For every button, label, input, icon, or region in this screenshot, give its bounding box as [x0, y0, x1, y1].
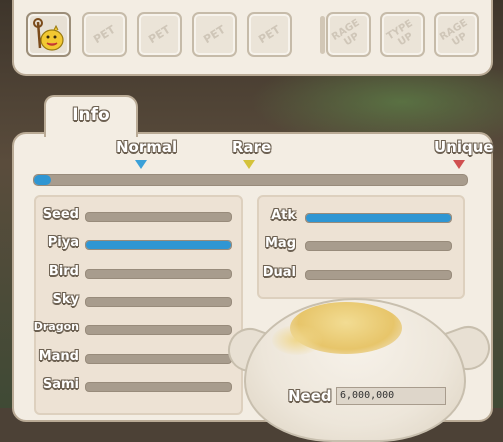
type-stat-label: Mand: [38, 348, 79, 364]
pet-slot-4[interactable]: PET: [192, 12, 237, 57]
type-stat-bar: [85, 240, 232, 251]
type-stat-label: Sami: [42, 376, 79, 392]
type-stat-bar: [85, 212, 232, 222]
slot-label: PET: [91, 22, 118, 47]
tab-info-label: Info: [72, 105, 110, 125]
tab-info[interactable]: Info: [44, 95, 138, 137]
slot-label: PET: [146, 22, 173, 47]
rage-up-slot-1[interactable]: RAGE UP: [326, 12, 371, 57]
rarity-progress-fill: [34, 175, 52, 185]
rarity-unique-marker-icon: [453, 160, 465, 169]
type-stat-bar: [85, 268, 232, 279]
type-stat-bar: [85, 381, 232, 392]
rarity-rare-label: Rare: [232, 138, 272, 156]
attack-stat-bar: [305, 269, 452, 280]
pet-character-icon: [33, 18, 64, 51]
egg-yolk-drip: [272, 325, 322, 355]
need-value: 6,000,000: [336, 387, 446, 405]
rarity-normal-label: Normal: [116, 138, 178, 156]
pet-slot-5[interactable]: PET: [247, 12, 292, 57]
attack-stat-label: Mag: [264, 236, 296, 252]
rage-up-slot-2[interactable]: RAGE UP: [434, 12, 479, 57]
rarity-unique-label: Unique: [434, 138, 494, 156]
need-label: Need: [288, 387, 332, 405]
type-stat-fill: [86, 241, 231, 250]
slot-label: RAGE UP: [329, 17, 362, 48]
pet-slot-2[interactable]: PET: [82, 12, 127, 57]
slot-label: RAGE UP: [437, 17, 470, 48]
pet-slot-3[interactable]: PET: [137, 12, 182, 57]
type-stat-label: Bird: [48, 263, 79, 279]
rarity-progress-bar: [33, 174, 468, 186]
attack-stat-bar: [305, 213, 452, 223]
pet-slot-1[interactable]: [26, 12, 71, 57]
slot-label: PET: [256, 22, 283, 47]
slot-label: PET: [201, 22, 228, 47]
type-stat-label: Dragon: [33, 320, 79, 334]
rarity-normal-marker-icon: [135, 160, 147, 169]
type-stat-bar: [85, 325, 232, 336]
type-stat-label: Sky: [52, 291, 79, 307]
type-stat-bar: [85, 296, 232, 307]
rarity-rare-marker-icon: [243, 160, 255, 169]
attack-stat-fill: [306, 214, 451, 222]
attack-stat-label: Dual: [262, 264, 296, 280]
type-stat-bar: [85, 353, 232, 364]
pet-slot-bar: PET PET PET PET RAGE UP TYPE UP RAGE UP: [12, 0, 493, 76]
slot-label: TYPE UP: [384, 17, 415, 48]
type-stat-label: Seed: [42, 207, 79, 222]
type-up-slot[interactable]: TYPE UP: [380, 12, 425, 57]
attack-stat-label: Atk: [271, 208, 296, 223]
attack-stat-bar: [305, 241, 452, 252]
type-stat-label: Piya: [47, 235, 79, 251]
